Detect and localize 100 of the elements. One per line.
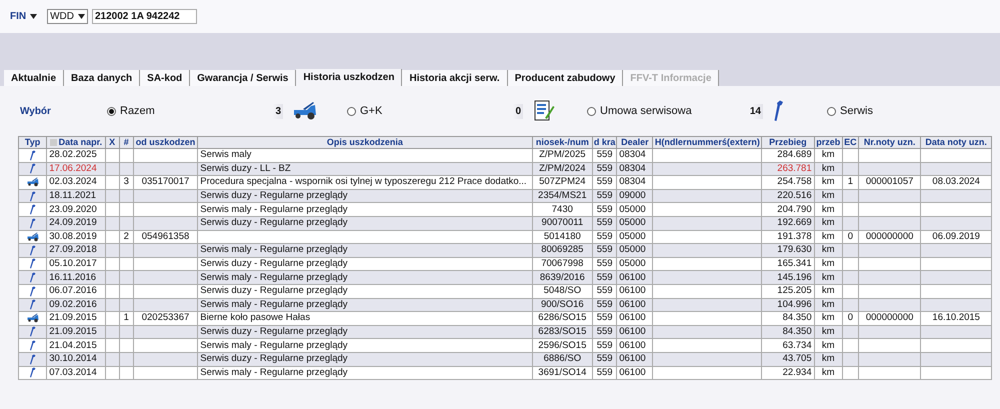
table-cell: 16.10.2015 bbox=[932, 312, 980, 324]
table-cell: 0 bbox=[848, 312, 854, 324]
column-header[interactable]: Data noty uzn. bbox=[920, 136, 992, 148]
table-cell: km bbox=[822, 217, 835, 228]
column-header[interactable]: Typ bbox=[18, 136, 47, 148]
table-cell: km bbox=[822, 162, 835, 174]
table-cell: 559 bbox=[596, 149, 613, 160]
table-cell: 559 bbox=[596, 217, 613, 228]
table-cell: km bbox=[822, 272, 835, 283]
tab[interactable]: SA-kod bbox=[140, 70, 190, 86]
wrench-icon bbox=[28, 204, 37, 216]
table-cell: 559 bbox=[596, 230, 613, 242]
wrench-icon bbox=[773, 100, 785, 122]
table-cell: 16.11.2016 bbox=[49, 272, 96, 283]
tab[interactable]: Aktualnie bbox=[4, 70, 64, 86]
table-cell: 06100 bbox=[619, 312, 646, 324]
table-cell: 220.516 bbox=[777, 190, 812, 202]
table-cell: 559 bbox=[596, 285, 613, 296]
table-cell: Z/PM/2025 bbox=[539, 149, 586, 160]
column-header[interactable]: Opis uszkodzenia bbox=[198, 136, 532, 148]
wrench-icon bbox=[28, 218, 37, 229]
tab[interactable]: Historia akcji serw. bbox=[402, 70, 508, 86]
table-cell: 3 bbox=[124, 176, 129, 188]
table-cell: Serwis duzy - Regularne przeglądy bbox=[200, 190, 348, 202]
table-cell: 6283/SO15 bbox=[538, 326, 586, 338]
table-cell: Serwis maly bbox=[200, 149, 252, 160]
column-header[interactable]: niosek-/num bbox=[532, 136, 593, 148]
table-cell: Serwis maly - Regularne przeglądy bbox=[200, 204, 348, 215]
column-header[interactable]: Data napr. bbox=[46, 136, 106, 148]
tab[interactable]: Baza danych bbox=[64, 70, 140, 86]
radio-option[interactable]: Razem bbox=[107, 102, 257, 120]
table-cell: km bbox=[822, 366, 835, 378]
table-cell: 05.10.2017 bbox=[49, 258, 97, 270]
prefix-dropdown[interactable]: WDD bbox=[47, 9, 88, 24]
table-cell: km bbox=[822, 190, 835, 202]
tab[interactable]: Gwarancja / Serwis bbox=[190, 70, 296, 86]
table-cell: 23.09.2020 bbox=[49, 204, 97, 215]
table-cell: 1 bbox=[848, 176, 854, 188]
table-cell: 191.378 bbox=[777, 230, 812, 242]
table-cell: 7430 bbox=[552, 204, 573, 215]
table-cell: 559 bbox=[596, 366, 613, 378]
table-cell: 84.350 bbox=[782, 312, 812, 324]
table-cell: 559 bbox=[596, 272, 613, 283]
table-cell: 17.06.2024 bbox=[49, 162, 97, 174]
fin-input[interactable]: 212002 1A 942242 bbox=[92, 9, 197, 24]
wrench-icon bbox=[28, 299, 37, 310]
table-cell: 06100 bbox=[619, 298, 646, 310]
car-icon bbox=[26, 177, 40, 188]
car-icon bbox=[293, 101, 317, 121]
table-cell: 5048/SO bbox=[544, 285, 582, 296]
radio-option[interactable]: Serwis bbox=[827, 102, 977, 120]
table-cell: km bbox=[822, 312, 835, 324]
car-icon bbox=[26, 313, 40, 324]
table-cell: 8639/2016 bbox=[540, 272, 585, 283]
table-cell: km bbox=[822, 244, 835, 256]
table-cell: km bbox=[822, 258, 835, 270]
table-cell: 18.11.2021 bbox=[49, 190, 96, 202]
filter-label: Wybór bbox=[20, 104, 52, 118]
table-cell: Serwis duzy - Regularne przeglądy bbox=[200, 353, 348, 364]
table-cell: km bbox=[822, 298, 835, 310]
wrench-icon bbox=[28, 244, 37, 256]
table-cell: 254.758 bbox=[777, 176, 812, 188]
table-cell: 05000 bbox=[619, 204, 646, 215]
wrench-icon bbox=[28, 326, 37, 338]
column-header[interactable]: od uszkodzen bbox=[133, 136, 198, 148]
column-header[interactable]: Przebieg bbox=[762, 136, 814, 148]
wrench-icon bbox=[28, 150, 37, 161]
table-cell: 30.08.2019 bbox=[49, 230, 97, 242]
table-cell: km bbox=[822, 230, 835, 242]
tab[interactable]: Historia uszkodzen bbox=[296, 69, 402, 86]
table-cell: 6886/SO bbox=[544, 353, 582, 364]
table-cell: 1 bbox=[124, 312, 129, 324]
table-cell: 000000000 bbox=[866, 230, 914, 242]
table-cell: 08304 bbox=[619, 176, 646, 188]
table-cell: Serwis maly - Regularne przeglądy bbox=[200, 272, 348, 283]
table-cell: 204.790 bbox=[777, 204, 812, 215]
column-header[interactable]: H(ndlernummerś(extern) bbox=[652, 136, 762, 148]
table-cell: 559 bbox=[596, 204, 613, 215]
table-cell: 22.934 bbox=[782, 366, 812, 378]
table-cell: 06100 bbox=[619, 340, 646, 351]
table-cell: km bbox=[822, 340, 835, 351]
table-cell: 104.996 bbox=[777, 298, 812, 310]
table-cell: 84.350 bbox=[782, 326, 812, 338]
table-cell: 559 bbox=[596, 258, 613, 270]
car-icon bbox=[26, 232, 40, 242]
tab[interactable]: Producent zabudowy bbox=[508, 70, 624, 86]
table-cell: 30.10.2014 bbox=[49, 353, 97, 364]
table-cell: 08304 bbox=[619, 162, 646, 174]
wrench-icon bbox=[28, 163, 37, 174]
table-cell: Serwis duzy - Regularne przeglądy bbox=[200, 285, 348, 296]
wrench-icon bbox=[28, 367, 37, 378]
table-cell: km bbox=[822, 285, 835, 296]
column-header[interactable]: Nr.noty uzn. bbox=[858, 136, 921, 148]
table-cell: 2354/MS21 bbox=[538, 190, 587, 202]
radio-option[interactable]: Umowa serwisowa bbox=[587, 102, 737, 120]
table-cell: 06100 bbox=[619, 366, 646, 378]
caret-icon bbox=[78, 14, 85, 19]
radio-option[interactable]: G+K bbox=[347, 102, 497, 120]
table-cell: 559 bbox=[596, 244, 613, 256]
wrench-icon bbox=[28, 286, 37, 297]
